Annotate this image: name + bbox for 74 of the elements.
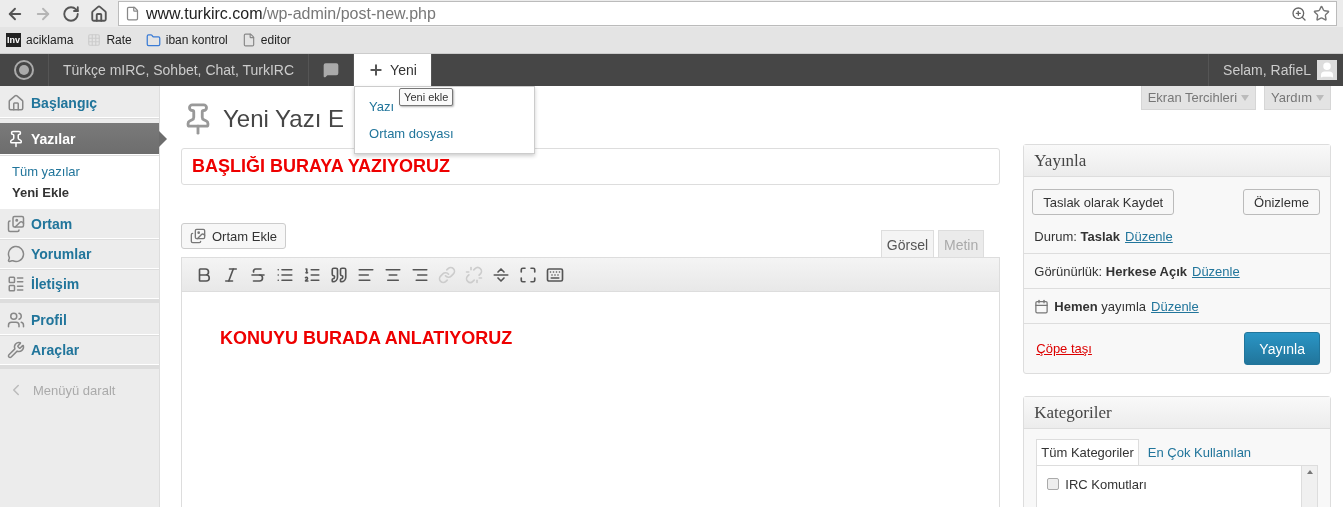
checkbox[interactable] [1047,478,1060,490]
trash-link[interactable]: Çöpe taşı [1036,341,1092,356]
sidebar-item[interactable]: Yorumlar [0,239,159,269]
images-icon [7,214,25,233]
page-title: Yeni Yazı E [223,105,344,133]
bookmark-link[interactable]: Inv aciklama [6,33,74,47]
form-icon [7,274,25,293]
screen-tab[interactable]: Yardım [1264,86,1331,110]
page-icon [125,6,140,21]
tools-icon [7,340,25,359]
people-icon [7,310,25,329]
fullscreen-button[interactable] [519,265,537,284]
sidebar-item[interactable]: Ortam [0,209,159,239]
menu-item[interactable]: Yazı [369,93,395,120]
pointer-arrow [159,131,167,147]
bookmark-link[interactable]: iban kontrol [145,32,228,48]
editor-tab[interactable]: Görsel [880,230,935,258]
edit-link[interactable]: Düzenle [1192,263,1240,279]
kitchen-sink-button[interactable] [546,265,564,284]
speech-bubble-icon [7,244,25,263]
bookmark-link[interactable]: Rate [87,33,132,47]
save-draft-button[interactable]: Taslak olarak Kaydet [1032,189,1175,215]
sidebar-item[interactable]: Başlangıç [0,88,159,118]
more-button[interactable] [492,265,510,284]
editor-text: KONUYU BURADA ANLATIYORUZ [220,328,513,348]
home-button[interactable] [90,4,108,23]
screen-tab[interactable]: Ekran Tercihleri [1140,86,1257,110]
images-icon [190,228,206,244]
menu-item[interactable]: Ortam dosyası [369,120,454,147]
house-icon [7,93,25,112]
folder-icon [145,32,161,48]
box-title: Yayınla [1024,145,1330,177]
star-icon[interactable] [1313,5,1330,22]
status-text: Hemen yayımla [1054,298,1147,314]
calendar-icon [1034,298,1050,314]
comment-icon[interactable] [323,62,340,78]
category-label: IRC Komutları [1065,476,1147,492]
category-tab[interactable]: Tüm Kategoriler [1036,439,1139,465]
category-tab[interactable]: En Çok Kullanılan [1142,439,1257,465]
status-text: Görünürlük: Herkese Açık [1034,263,1187,279]
reload-button[interactable] [62,4,80,23]
box-title: Kategoriler [1024,397,1330,429]
quote-button[interactable] [330,265,348,284]
new-menu-button[interactable]: Yeni [354,54,431,86]
edit-link[interactable]: Düzenle [1151,298,1199,314]
preview-button[interactable]: Önizleme [1243,189,1320,215]
italic-button[interactable] [222,265,240,284]
bookmark-link[interactable]: editor [241,33,291,47]
sidebar-item[interactable]: Araçlar [0,335,159,365]
scrollbar[interactable] [1301,466,1317,507]
logo-icon [14,60,34,80]
zoom-icon[interactable] [1291,5,1307,22]
status-text: Durum: Taslak [1034,228,1120,244]
url-path: /wp-admin/post-new.php [262,4,436,23]
title-field[interactable]: BAŞLIĞI BURAYA YAZIYORUZ [181,148,1001,185]
add-media-button[interactable]: Ortam Ekle [181,223,286,249]
publish-button[interactable]: Yayınla [1244,332,1320,365]
submenu-item[interactable]: Tüm yazılar [0,161,159,182]
sidebar-item[interactable]: İletişim [0,269,159,299]
sidebar-item[interactable]: Yazılar [0,123,159,155]
url-host: www.turkirc.com [146,4,263,23]
edit-link[interactable]: Düzenle [1125,228,1173,244]
address-field[interactable]: www.turkirc.com/wp-admin/post-new.php [118,1,1337,26]
pushpin-icon [7,129,25,148]
tooltip: Yeni ekle [399,88,454,106]
strike-button[interactable] [249,265,267,284]
logo-icon: Inv [6,33,21,47]
editor-area[interactable]: KONUYU BURADA ANLATIYORUZ [181,257,1001,507]
page-icon [241,33,256,47]
greeting-text[interactable]: Selam, RafieL [1223,62,1311,78]
numbers-button[interactable] [303,265,321,284]
site-name-link[interactable]: Türkçe mIRC, Sohbet, Chat, TurkIRC [63,62,295,78]
submenu-item[interactable]: Yeni Ekle [0,182,159,203]
sidebar-item[interactable]: Profil [0,305,159,335]
